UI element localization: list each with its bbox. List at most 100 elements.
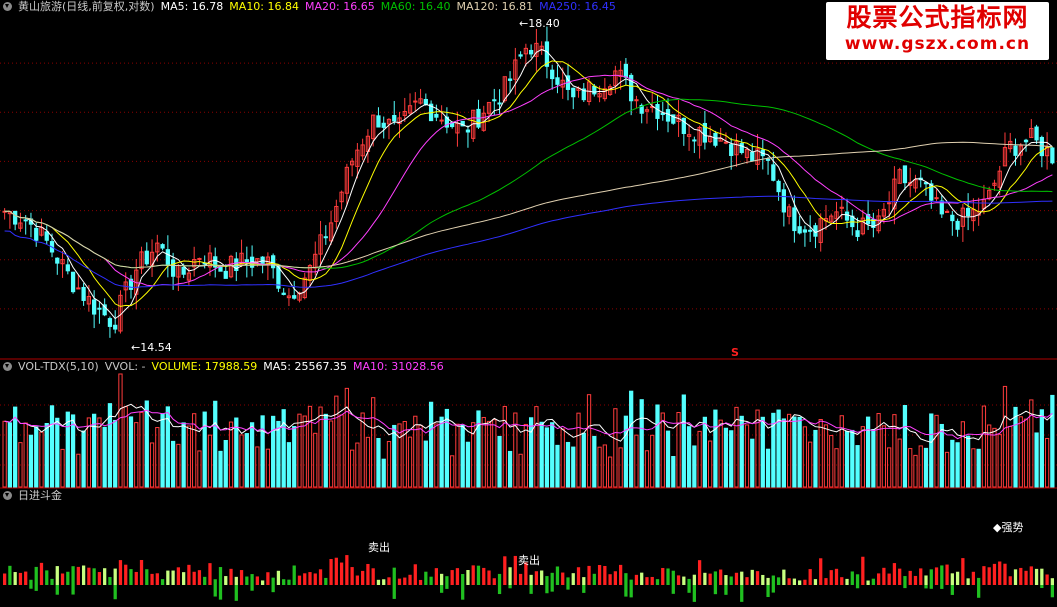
volume-bar <box>681 394 686 488</box>
candle-body <box>902 165 908 184</box>
volume-bar <box>892 414 897 488</box>
candle-body <box>44 231 49 241</box>
indicator-bar <box>508 585 512 589</box>
volume-bar <box>170 440 176 488</box>
volume-bar <box>555 444 560 488</box>
volume-bar <box>386 441 392 488</box>
candle-body <box>376 115 381 128</box>
indicator-bar <box>834 568 839 585</box>
indicator-bar <box>71 585 75 595</box>
candle-body <box>771 164 776 181</box>
indicator-bar <box>603 565 607 585</box>
volume-bar <box>692 445 697 488</box>
volume-bar <box>629 390 634 488</box>
indicator-bar <box>766 577 770 585</box>
ma10-legend: MA10: 16.84 <box>229 0 300 13</box>
volume-bar <box>249 422 255 488</box>
indicator-bar <box>571 573 575 585</box>
candle-body <box>665 109 671 122</box>
indicator-bar <box>619 564 623 585</box>
vol-ma10-legend: MA10: 31028.56 <box>352 360 444 373</box>
indicator-bar <box>982 566 986 585</box>
volume-bar <box>739 415 744 488</box>
indicator-bar <box>898 568 902 585</box>
indicator-name: 日进斗金 <box>18 489 62 502</box>
indicator-bar <box>471 565 475 585</box>
indicator-bar <box>497 573 502 585</box>
indicator-bar <box>18 572 23 585</box>
candle-body <box>802 229 808 233</box>
sell-signal-1: 卖出 <box>368 541 390 554</box>
volume-bar <box>744 424 750 488</box>
indicator-bar <box>218 567 223 585</box>
volume-bar <box>918 445 923 488</box>
indicator-bar <box>434 568 438 585</box>
indicator-bar <box>919 568 923 585</box>
volume-bar <box>28 434 34 488</box>
candle-body <box>170 259 176 277</box>
volume-bar <box>597 446 602 488</box>
indicator-bar <box>387 577 391 585</box>
candle-body <box>381 122 386 128</box>
volume-bar <box>586 394 592 488</box>
volume-bar <box>292 426 297 488</box>
indicator-bar <box>124 564 128 585</box>
indicator-bar <box>1045 574 1049 585</box>
volume-bar <box>644 450 650 488</box>
indicator-bar <box>771 585 775 593</box>
indicator-bar <box>866 580 870 585</box>
indicator-bar <box>308 572 312 585</box>
volume-bar <box>244 433 249 488</box>
indicator-bar <box>318 569 323 585</box>
indicator-bar <box>192 571 196 585</box>
volume-bar <box>86 417 92 488</box>
volume-bar <box>850 429 855 488</box>
indicator-bar <box>540 570 544 585</box>
ma250-legend: MA250: 16.45 <box>539 0 616 13</box>
indicator-bar <box>461 585 465 600</box>
candle-body <box>260 256 265 264</box>
volume-bar <box>550 422 555 488</box>
volume-bar <box>281 409 286 488</box>
indicator-bar <box>234 585 238 601</box>
indicator-bar <box>155 573 159 585</box>
candle-body <box>392 115 397 122</box>
indicator-bar <box>824 578 828 585</box>
volume-bar <box>887 447 892 488</box>
indicator-bar <box>766 585 770 598</box>
panel-menu-icon[interactable] <box>3 491 12 500</box>
volume-bar <box>444 408 450 488</box>
vol-indicator-name: VOL-TDX(5,10) <box>18 360 99 373</box>
indicator-bar <box>424 571 428 585</box>
indicator-bar <box>213 579 217 585</box>
volume-bar <box>618 447 623 488</box>
indicator-bar <box>408 574 412 585</box>
candle-body <box>729 144 734 156</box>
indicator-bar <box>34 585 38 591</box>
main-panel-header: 黄山旅游(日线,前复权,对数) MA5: 16.78 MA10: 16.84 MA20… <box>0 0 622 14</box>
volume-bar <box>113 419 118 488</box>
indicator-bar <box>55 585 59 595</box>
panel-menu-icon[interactable] <box>3 2 12 11</box>
indicator-bar <box>334 557 338 585</box>
indicator-bar <box>545 585 549 594</box>
indicator-bar <box>108 577 112 585</box>
indicator-bar <box>629 585 633 598</box>
volume-bar <box>792 416 797 488</box>
indicator-bar <box>955 571 960 585</box>
panel-menu-icon[interactable] <box>3 362 12 371</box>
candle-body <box>76 287 81 290</box>
volume-bar <box>902 405 908 488</box>
indicator-bar <box>361 570 365 585</box>
volume-bar <box>118 373 123 488</box>
volume-bar <box>392 424 397 488</box>
volume-bar <box>881 425 887 488</box>
indicator-bar <box>855 574 860 585</box>
candle-body <box>965 207 971 217</box>
candle-body <box>571 87 576 98</box>
volume-bar <box>544 427 550 488</box>
indicator-bar <box>829 570 833 585</box>
candle-body <box>465 129 471 133</box>
indicator-bar <box>255 576 259 585</box>
volume-bar <box>755 409 760 488</box>
